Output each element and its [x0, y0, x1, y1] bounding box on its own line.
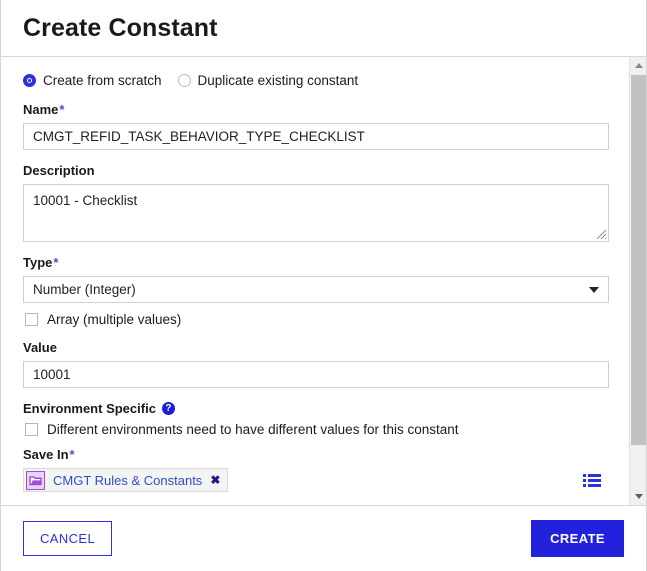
dialog-body: Create from scratch Duplicate existing c…: [1, 57, 646, 505]
close-icon[interactable]: ✖: [210, 474, 220, 486]
environment-specific-block: Environment Specific ? Different environ…: [23, 401, 609, 437]
value-label-text: Value: [23, 340, 57, 355]
creation-mode-radio-group: Create from scratch Duplicate existing c…: [23, 73, 609, 88]
save-in-label: Save In *: [23, 447, 609, 462]
value-field-block: Value: [23, 340, 609, 388]
array-checkbox-icon: [25, 313, 38, 326]
environment-specific-checkbox-label: Different environments need to have diff…: [47, 422, 459, 437]
name-field-block: Name *: [23, 102, 609, 150]
radio-unselected-icon: [177, 74, 191, 87]
save-in-chip[interactable]: CMGT Rules & Constants ✖: [23, 468, 229, 492]
environment-specific-checkbox-icon: [25, 423, 38, 436]
environment-specific-label-text: Environment Specific: [23, 401, 156, 416]
description-label: Description: [23, 163, 609, 178]
save-in-row: CMGT Rules & Constants ✖: [23, 468, 609, 492]
name-required-marker: *: [59, 102, 65, 117]
type-field-block: Type * Number (Integer): [23, 255, 609, 303]
type-label: Type *: [23, 255, 609, 270]
description-label-text: Description: [23, 163, 95, 178]
environment-specific-label: Environment Specific ?: [23, 401, 609, 416]
name-label: Name *: [23, 102, 609, 117]
scrollbar-up-button[interactable]: [630, 57, 646, 74]
name-label-text: Name: [23, 102, 59, 117]
description-field-block: Description 10001 - Checklist: [23, 163, 609, 242]
array-checkbox-label: Array (multiple values): [47, 312, 182, 327]
save-in-label-text: Save In: [23, 447, 69, 462]
create-button[interactable]: CREATE: [531, 520, 624, 557]
page-title: Create Constant: [23, 13, 218, 42]
help-circle-icon[interactable]: ?: [161, 402, 175, 415]
radio-selected-icon: [23, 74, 36, 87]
scrollbar-down-button[interactable]: [630, 488, 646, 505]
description-textarea-wrap: 10001 - Checklist: [23, 184, 609, 242]
type-select-value: Number (Integer): [33, 282, 136, 297]
save-in-block: Save In * CMGT Rules & Constants ✖: [23, 447, 609, 492]
value-input[interactable]: [23, 361, 609, 388]
save-in-chip-label: CMGT Rules & Constants: [53, 472, 203, 488]
type-required-marker: *: [53, 255, 59, 270]
name-input[interactable]: [23, 123, 609, 150]
value-label: Value: [23, 340, 609, 355]
dialog-footer: CANCEL CREATE: [1, 505, 646, 571]
cancel-button[interactable]: CANCEL: [23, 521, 113, 556]
radio-duplicate-existing-constant[interactable]: Duplicate existing constant: [177, 73, 359, 88]
environment-specific-checkbox-row[interactable]: Different environments need to have diff…: [25, 422, 609, 437]
radio-duplicate-existing-constant-label: Duplicate existing constant: [197, 73, 359, 88]
type-select[interactable]: Number (Integer): [23, 276, 609, 303]
radio-create-from-scratch-label: Create from scratch: [43, 73, 162, 88]
description-textarea[interactable]: 10001 - Checklist: [23, 184, 609, 242]
array-checkbox-row[interactable]: Array (multiple values): [25, 312, 609, 327]
radio-create-from-scratch[interactable]: Create from scratch: [23, 73, 162, 88]
folder-icon: [26, 470, 45, 490]
scrollbar-thumb[interactable]: [631, 75, 646, 445]
scroll-up-arrow-icon: [634, 63, 643, 68]
scroll-down-arrow-icon: [634, 494, 643, 499]
dialog-header: Create Constant: [1, 0, 646, 57]
create-constant-dialog: Create Constant Create from scratch Dupl…: [0, 0, 647, 571]
vertical-scrollbar[interactable]: [629, 57, 646, 505]
type-label-text: Type: [23, 255, 53, 270]
list-picker-icon[interactable]: [583, 473, 601, 488]
save-in-required-marker: *: [69, 447, 75, 462]
form-content: Create from scratch Duplicate existing c…: [1, 57, 629, 500]
type-select-wrap: Number (Integer): [23, 276, 609, 303]
